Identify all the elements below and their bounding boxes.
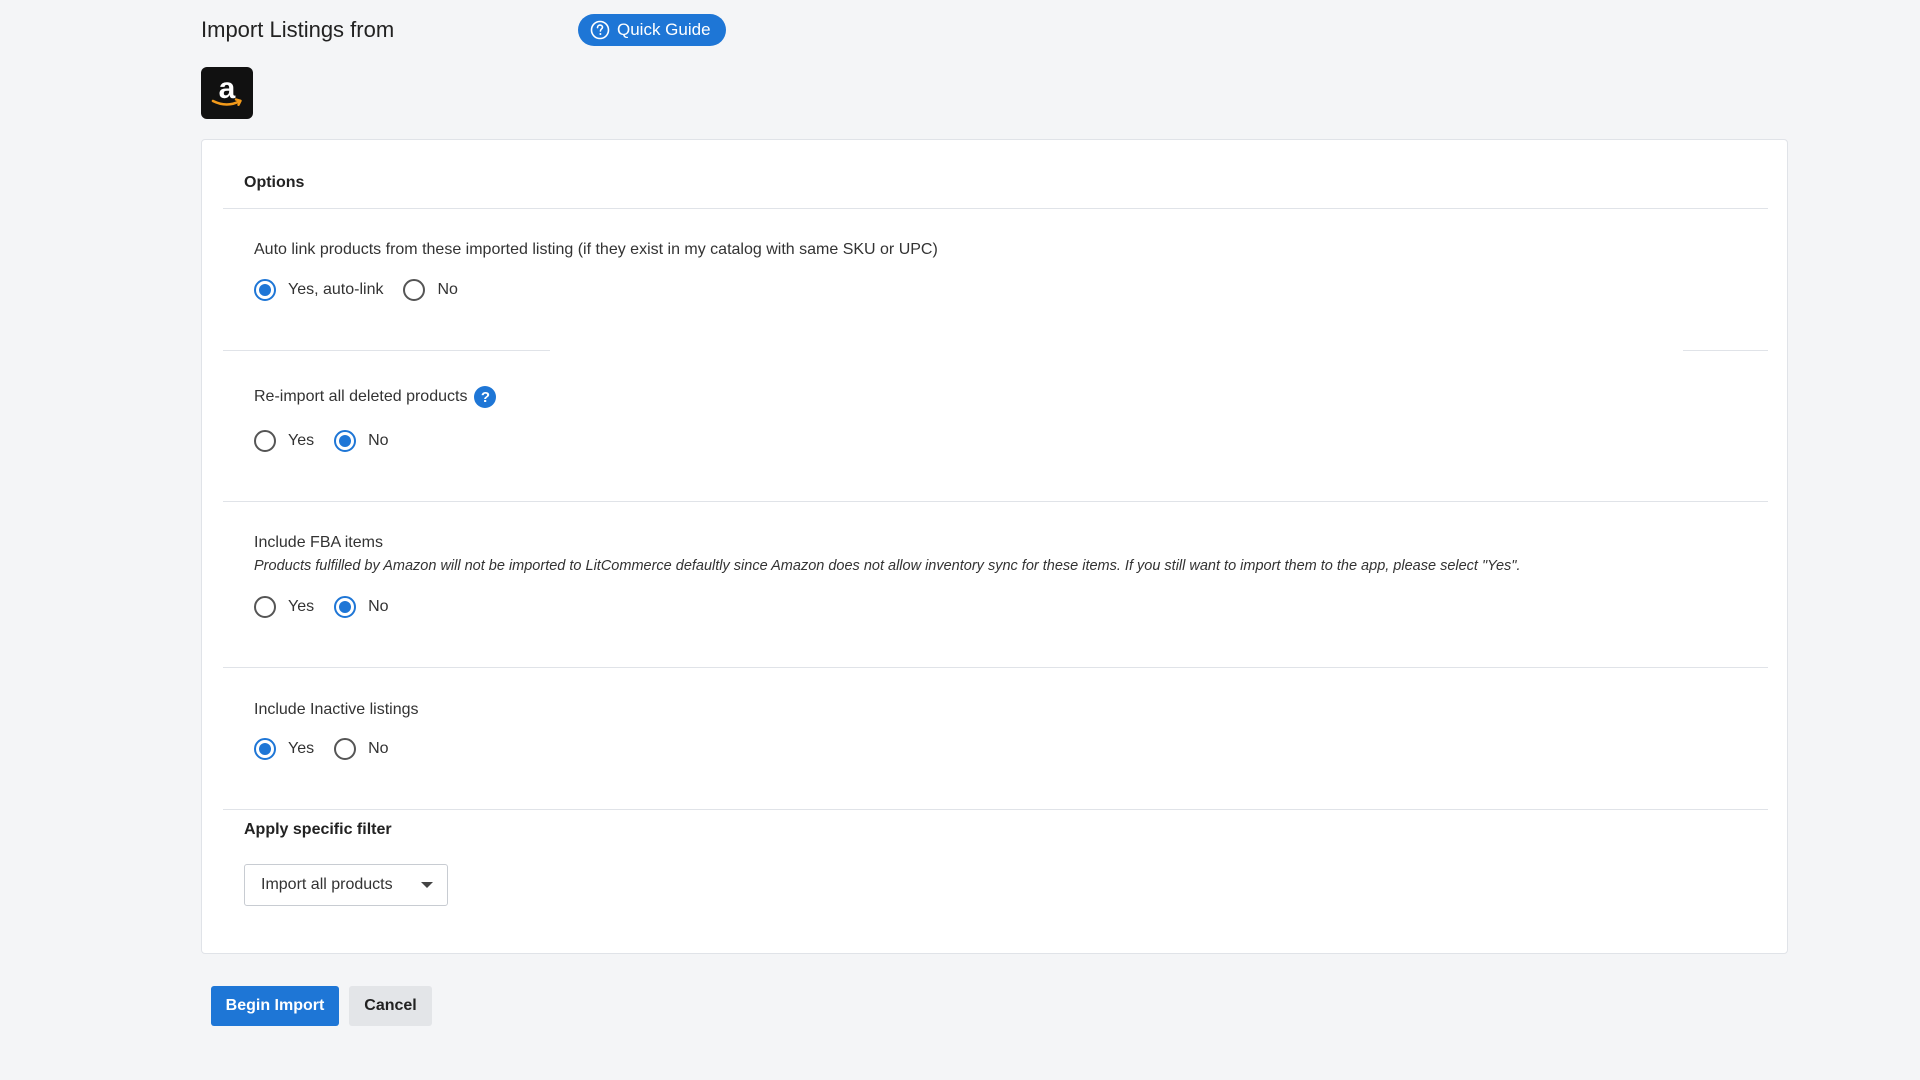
help-icon[interactable]: ? [474,386,497,408]
radio-label: Yes [288,740,315,757]
reimport-no-radio[interactable]: No [334,430,389,452]
caret-down-icon [421,882,433,888]
divider [223,208,1768,209]
radio-circle [254,596,276,618]
options-panel: Options Auto link products from these im… [201,139,1788,954]
divider [223,350,550,351]
form-actions: Begin Import Cancel [211,986,432,1026]
radio-circle [334,738,357,760]
auto-link-radio-group: Yes, auto-link No [254,279,478,301]
auto-link-label: Auto link products from these imported l… [254,241,938,259]
filter-heading: Apply specific filter [244,821,392,838]
radio-label: No [368,598,389,615]
import-listings-page: Import Listings from Quick Guide a Optio… [0,0,1920,1080]
radio-circle [254,738,276,760]
inactive-yes-radio[interactable]: Yes [254,738,314,760]
divider [223,809,1768,810]
filter-select[interactable]: Import all products [244,864,448,906]
auto-link-label-text: Auto link products from these imported l… [254,241,938,258]
fba-radio-group: Yes No [254,596,409,618]
radio-label: No [368,740,389,757]
radio-label: No [368,432,389,449]
radio-label: No [437,281,458,298]
divider [223,501,1768,502]
radio-label: Yes [288,432,315,449]
auto-link-yes-radio[interactable]: Yes, auto-link [254,279,383,301]
inactive-radio-group: Yes No [254,738,409,760]
reimport-label: Re-import all deleted products ? [254,386,497,408]
filter-select-value: Import all products [261,876,393,893]
radio-circle [254,279,276,301]
radio-circle [403,279,426,301]
divider [223,667,1768,668]
page-title: Import Listings from [201,17,395,42]
amazon-logo: a [201,67,253,119]
radio-label: Yes [288,598,315,615]
fba-label: Include FBA items [254,534,383,552]
radio-label: Yes, auto-link [288,281,384,298]
inactive-label: Include Inactive listings [254,701,419,719]
fba-note: Products fulfilled by Amazon will not be… [254,558,1521,574]
radio-circle [254,430,276,452]
auto-link-no-radio[interactable]: No [403,279,458,301]
page-header: Import Listings from Quick Guide [201,14,726,46]
inactive-no-radio[interactable]: No [334,738,389,760]
reimport-yes-radio[interactable]: Yes [254,430,314,452]
fba-yes-radio[interactable]: Yes [254,596,314,618]
question-circle-icon [590,20,610,40]
fba-no-radio[interactable]: No [334,596,389,618]
amazon-logo-letter: a [219,73,236,105]
divider [1683,350,1768,351]
quick-guide-button[interactable]: Quick Guide [578,14,726,46]
reimport-radio-group: Yes No [254,430,409,452]
radio-circle [334,430,357,452]
begin-import-button[interactable]: Begin Import [211,986,339,1026]
radio-circle [334,596,357,618]
cancel-button[interactable]: Cancel [349,986,432,1026]
reimport-label-text: Re-import all deleted products [254,388,468,405]
options-heading: Options [244,174,305,191]
quick-guide-label: Quick Guide [617,20,711,39]
fba-label-text: Include FBA items [254,534,383,551]
inactive-label-text: Include Inactive listings [254,701,419,718]
